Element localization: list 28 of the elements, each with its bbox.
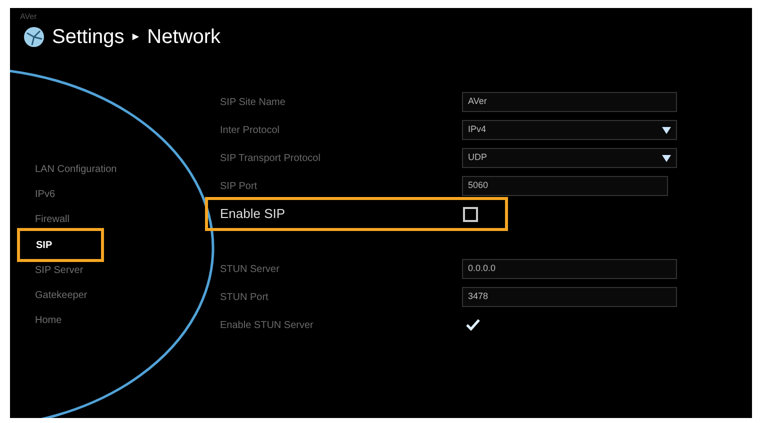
- sidebar-item[interactable]: SIP: [17, 228, 104, 262]
- brand-label: AVer: [20, 11, 37, 23]
- breadcrumb-separator: ►: [130, 30, 142, 45]
- sidebar-item[interactable]: LAN Configuration: [10, 157, 210, 182]
- checkmark-icon[interactable]: [466, 319, 480, 331]
- page-title: Network: [147, 25, 221, 50]
- input-field[interactable]: 0.0.0.0: [462, 259, 677, 279]
- dropdown[interactable]: UDP: [462, 148, 677, 168]
- breadcrumb-section[interactable]: Settings: [52, 22, 124, 52]
- dropdown-arrow-icon: [662, 126, 671, 134]
- setting-label: SIP Site Name: [220, 96, 286, 110]
- setting-label: Enable SIP: [220, 205, 286, 224]
- input-field[interactable]: 3478: [462, 287, 677, 307]
- input-field[interactable]: 5060: [462, 176, 668, 196]
- setting-label: STUN Server: [220, 262, 280, 276]
- sidebar-item[interactable]: Home: [10, 308, 210, 333]
- globe-icon: [22, 25, 46, 49]
- checkbox[interactable]: [463, 206, 478, 222]
- dropdown-arrow-icon: [662, 154, 671, 162]
- setting-label: SIP Port: [220, 180, 258, 194]
- setting-label: STUN Port: [220, 290, 270, 304]
- dropdown[interactable]: IPv4: [462, 120, 677, 140]
- input-field[interactable]: AVer: [462, 92, 677, 112]
- sidebar-item[interactable]: IPv6: [10, 182, 210, 207]
- setting-label: Inter Protocol: [220, 124, 280, 138]
- setting-label: SIP Transport Protocol: [220, 152, 322, 166]
- setting-label: Enable STUN Server: [220, 318, 314, 332]
- sidebar-item[interactable]: Gatekeeper: [10, 283, 210, 308]
